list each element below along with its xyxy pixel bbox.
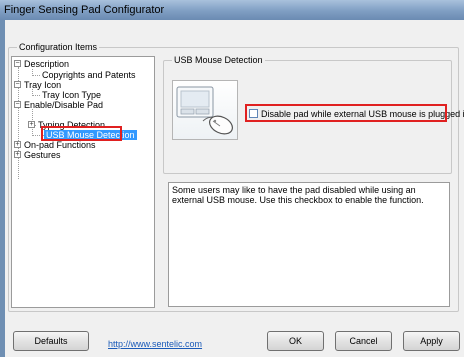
- config-tree[interactable]: − Description Copyrights and Patents − T…: [11, 56, 155, 308]
- config-items-group-label: Configuration Items: [17, 42, 100, 52]
- ok-button[interactable]: OK: [267, 331, 324, 351]
- cancel-button[interactable]: Cancel: [335, 331, 392, 351]
- website-link[interactable]: http://www.sentelic.com: [108, 339, 202, 349]
- tree-item-description[interactable]: − Description: [14, 59, 69, 69]
- description-box: Some users may like to have the pad disa…: [168, 182, 450, 307]
- tree-item-label: On-pad Functions: [24, 140, 96, 150]
- tree-item-tray-icon-type[interactable]: Tray Icon Type: [42, 90, 101, 100]
- collapse-icon[interactable]: −: [14, 81, 21, 88]
- tree-item-copyrights[interactable]: Copyrights and Patents: [42, 70, 136, 80]
- window-title: Finger Sensing Pad Configurator: [4, 4, 165, 16]
- touchpad-mouse-icon: [176, 86, 233, 135]
- tree-connector: [32, 95, 40, 96]
- expand-icon[interactable]: +: [28, 121, 35, 128]
- tree-item-gestures[interactable]: + Gestures: [14, 150, 61, 160]
- tree-item-on-pad-functions[interactable]: + On-pad Functions: [14, 140, 96, 150]
- expand-icon[interactable]: +: [14, 151, 21, 158]
- tree-connector: [32, 75, 40, 76]
- defaults-button[interactable]: Defaults: [13, 331, 89, 351]
- collapse-icon[interactable]: −: [14, 101, 21, 108]
- tree-item-label: Tray Icon Type: [42, 90, 102, 100]
- tree-item-label: Tray Icon: [24, 80, 62, 90]
- tree-item-tray-icon[interactable]: − Tray Icon: [14, 80, 61, 90]
- apply-button[interactable]: Apply: [403, 331, 460, 351]
- usb-mouse-illustration: [172, 80, 238, 140]
- tree-item-label: Enable/Disable Pad: [24, 100, 104, 110]
- tree-item-label: Copyrights and Patents: [42, 70, 136, 80]
- tree-item-label: Gestures: [24, 150, 61, 160]
- tree-item-label: Description: [24, 59, 70, 69]
- tree-item-enable-disable-pad[interactable]: − Enable/Disable Pad: [14, 100, 103, 110]
- expand-icon[interactable]: +: [14, 141, 21, 148]
- description-text: Some users may like to have the pad disa…: [172, 185, 424, 205]
- collapse-icon[interactable]: −: [14, 60, 21, 67]
- title-bar[interactable]: Finger Sensing Pad Configurator: [0, 0, 464, 20]
- highlight-box: [245, 104, 447, 122]
- app-window: Finger Sensing Pad Configurator Configur…: [0, 0, 464, 357]
- highlight-box: [41, 126, 122, 141]
- usb-mouse-detection-group-label: USB Mouse Detection: [172, 55, 265, 65]
